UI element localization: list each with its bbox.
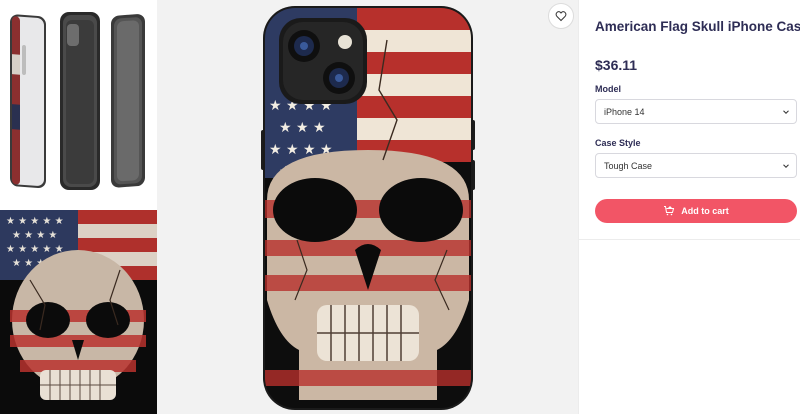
case-style-label: Case Style: [595, 138, 641, 148]
product-details-panel: American Flag Skull iPhone Case $36.11 M…: [578, 0, 800, 414]
chevron-down-icon: [778, 104, 794, 120]
favorite-button[interactable]: [548, 3, 574, 29]
cart-icon: [664, 206, 675, 216]
heart-icon: [555, 11, 567, 22]
model-select[interactable]: iPhone 14: [595, 99, 797, 124]
svg-text:★ ★ ★ ★: ★ ★ ★ ★: [12, 230, 57, 241]
product-image-area: ★ ★ ★ ★ ★ ★ ★ ★ ★ ★ ★ ★ ★ ★: [157, 0, 578, 414]
skull-artwork-image: ★ ★ ★ ★ ★ ★ ★ ★ ★ ★ ★ ★ ★ ★ ★ ★ ★ ★: [0, 210, 157, 414]
add-to-cart-button[interactable]: Add to cart: [595, 199, 797, 223]
thumbnail-artwork[interactable]: ★ ★ ★ ★ ★ ★ ★ ★ ★ ★ ★ ★ ★ ★ ★ ★ ★ ★: [0, 210, 157, 414]
chevron-down-icon: [778, 158, 794, 174]
product-price: $36.11: [595, 57, 638, 73]
add-to-cart-label: Add to cart: [681, 206, 729, 216]
product-title: American Flag Skull iPhone Case: [595, 19, 800, 34]
panel-divider: [579, 239, 800, 240]
model-select-value: iPhone 14: [604, 106, 645, 117]
svg-text:★ ★ ★ ★ ★: ★ ★ ★ ★ ★: [6, 244, 64, 255]
phone-case-image: ★ ★ ★ ★ ★ ★ ★ ★ ★ ★ ★ ★ ★ ★: [261, 6, 475, 410]
case-style-select-value: Tough Case: [604, 160, 653, 171]
svg-text:★ ★ ★: ★ ★ ★: [279, 120, 326, 136]
thumbnail-column: ★ ★ ★ ★ ★ ★ ★ ★ ★ ★ ★ ★ ★ ★ ★ ★ ★ ★: [0, 0, 157, 414]
case-angles-image: [10, 12, 145, 190]
svg-text:★ ★ ★ ★ ★: ★ ★ ★ ★ ★: [6, 216, 64, 227]
case-style-select[interactable]: Tough Case: [595, 153, 797, 178]
thumbnail-case-angles[interactable]: [0, 0, 157, 203]
model-label: Model: [595, 84, 621, 94]
